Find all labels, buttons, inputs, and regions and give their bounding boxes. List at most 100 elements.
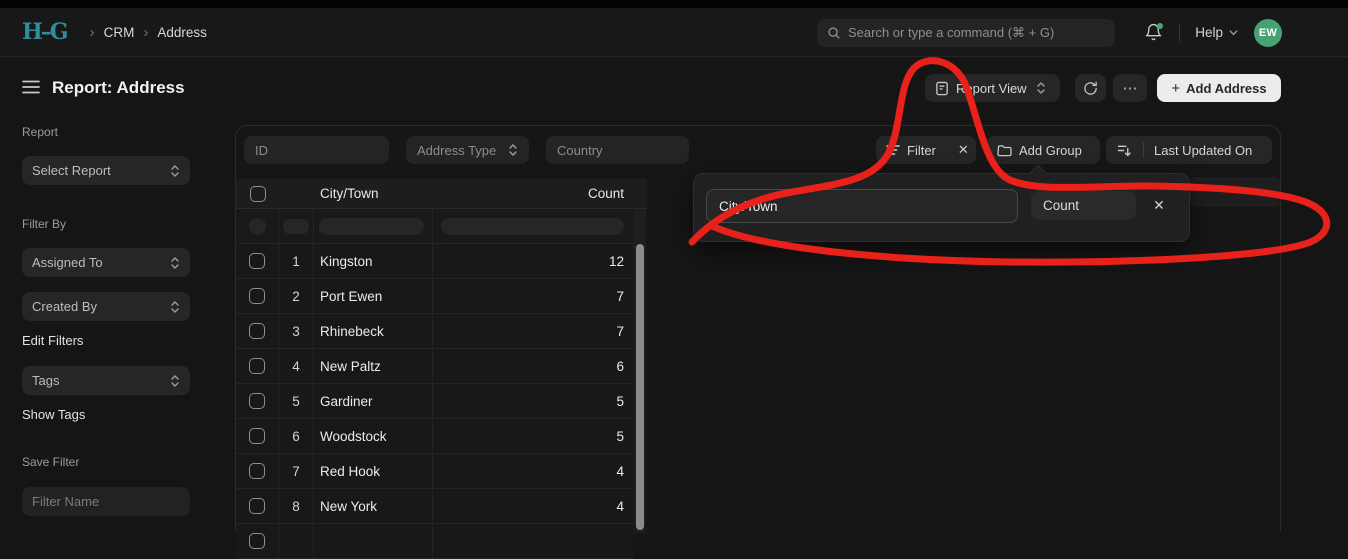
select-all-checkbox[interactable]: [250, 186, 266, 202]
group-by-popover: City/Town Count ✕: [693, 173, 1190, 242]
row-checkbox[interactable]: [249, 428, 265, 444]
row-checkbox[interactable]: [249, 253, 265, 269]
sort-field-button[interactable]: Last Updated On: [1144, 136, 1262, 164]
add-group-button[interactable]: Add Group: [986, 136, 1100, 164]
row-number: 1: [279, 244, 314, 278]
table-row[interactable]: 2 Port Ewen 7: [236, 279, 633, 314]
table-row[interactable]: 3 Rhinebeck 7: [236, 314, 633, 349]
city-cell: [314, 524, 433, 558]
row-checkbox[interactable]: [249, 323, 265, 339]
address-type-value: Address Type: [417, 143, 508, 158]
breadcrumb-address[interactable]: Address: [157, 25, 207, 40]
row-number: 7: [279, 454, 314, 488]
table-row[interactable]: 7 Red Hook 4: [236, 454, 633, 489]
sort-button-group: Last Updated On: [1106, 136, 1272, 164]
city-cell: Port Ewen: [314, 279, 433, 313]
city-column-filter-input[interactable]: [319, 218, 424, 235]
address-type-dropdown[interactable]: Address Type: [406, 136, 529, 164]
city-cell: Kingston: [314, 244, 433, 278]
country-filter-input[interactable]: Country: [546, 136, 689, 164]
folder-icon: [997, 144, 1012, 157]
filter-cell-checkbox[interactable]: [249, 218, 266, 235]
report-section-label: Report: [22, 125, 58, 139]
refresh-button[interactable]: [1075, 74, 1106, 102]
row-checkbox[interactable]: [249, 498, 265, 514]
city-cell: Woodstock: [314, 419, 433, 453]
add-address-button[interactable]: + Add Address: [1157, 74, 1281, 102]
tags-dropdown[interactable]: Tags: [22, 366, 190, 395]
count-cell: [433, 524, 632, 558]
tags-value: Tags: [32, 373, 170, 388]
edit-filters-link[interactable]: Edit Filters: [22, 333, 83, 348]
show-tags-link[interactable]: Show Tags: [22, 407, 85, 422]
notifications-bell-icon[interactable]: [1144, 23, 1164, 43]
table-row[interactable]: [236, 524, 633, 559]
row-number: 8: [279, 489, 314, 523]
clear-filter-button[interactable]: ✕: [946, 136, 981, 164]
column-header-city[interactable]: City/Town: [314, 179, 433, 208]
filter-label: Filter: [907, 143, 936, 158]
table-scrollbar-thumb[interactable]: [636, 244, 644, 530]
add-group-label: Add Group: [1019, 143, 1082, 158]
row-checkbox[interactable]: [249, 288, 265, 304]
filter-button[interactable]: Filter: [876, 136, 946, 164]
notification-dot: [1157, 23, 1163, 29]
id-placeholder: ID: [255, 143, 268, 158]
report-view-dropdown[interactable]: Report View: [925, 74, 1060, 102]
table-row[interactable]: 6 Woodstock 5: [236, 419, 633, 454]
filter-name-input[interactable]: Filter Name: [22, 487, 190, 516]
page-title: Report: Address: [52, 78, 185, 98]
created-by-dropdown[interactable]: Created By: [22, 292, 190, 321]
group-field-input[interactable]: City/Town: [706, 189, 1018, 223]
row-number: 6: [279, 419, 314, 453]
select-report-value: Select Report: [32, 163, 170, 178]
filter-icon: [886, 144, 900, 156]
row-number: 5: [279, 384, 314, 418]
row-checkbox[interactable]: [249, 358, 265, 374]
table-row[interactable]: 8 New York 4: [236, 489, 633, 524]
count-column-filter-input[interactable]: [441, 218, 624, 235]
avatar[interactable]: EW: [1254, 19, 1282, 47]
assigned-to-value: Assigned To: [32, 255, 170, 270]
table-row[interactable]: 4 New Paltz 6: [236, 349, 633, 384]
group-field-value: City/Town: [719, 199, 778, 214]
plus-icon: +: [1171, 80, 1180, 97]
table-row[interactable]: 1 Kingston 12: [236, 244, 633, 279]
search-icon: [827, 26, 841, 40]
table-scrollbar-track[interactable]: [633, 209, 646, 533]
report-view-label: Report View: [956, 81, 1027, 96]
row-checkbox[interactable]: [249, 533, 265, 549]
global-search-input[interactable]: Search or type a command (⌘ + G): [817, 19, 1115, 47]
table-header-row: City/Town Count: [236, 179, 647, 209]
filter-by-section-label: Filter By: [22, 217, 66, 231]
filter-cell-index[interactable]: [283, 219, 309, 234]
count-cell: 5: [433, 419, 632, 453]
count-cell: 4: [433, 489, 632, 523]
table-row[interactable]: 5 Gardiner 5: [236, 384, 633, 419]
chevron-up-down-icon: [170, 374, 180, 388]
column-header-count[interactable]: Count: [433, 179, 632, 208]
row-number: 4: [279, 349, 314, 383]
close-icon: ✕: [1153, 197, 1165, 214]
breadcrumb-crm[interactable]: CRM: [104, 25, 135, 40]
created-by-value: Created By: [32, 299, 170, 314]
add-address-label: Add Address: [1186, 81, 1266, 96]
close-icon: ✕: [958, 142, 969, 158]
row-number: 2: [279, 279, 314, 313]
sort-direction-button[interactable]: [1106, 136, 1143, 164]
remove-group-button[interactable]: ✕: [1144, 191, 1174, 220]
select-report-dropdown[interactable]: Select Report: [22, 156, 190, 185]
search-placeholder: Search or type a command (⌘ + G): [848, 25, 1054, 41]
city-cell: New Paltz: [314, 349, 433, 383]
country-placeholder: Country: [557, 143, 603, 158]
row-checkbox[interactable]: [249, 463, 265, 479]
more-options-button[interactable]: ⋯: [1113, 74, 1147, 102]
help-menu[interactable]: Help: [1195, 25, 1239, 40]
assigned-to-dropdown[interactable]: Assigned To: [22, 248, 190, 277]
group-aggregate-select[interactable]: Count: [1031, 191, 1136, 220]
sidebar-toggle-icon[interactable]: [22, 80, 40, 94]
document-icon: [935, 81, 949, 96]
row-checkbox[interactable]: [249, 393, 265, 409]
id-filter-input[interactable]: ID: [244, 136, 389, 164]
app-logo[interactable]: H–G: [22, 19, 67, 45]
